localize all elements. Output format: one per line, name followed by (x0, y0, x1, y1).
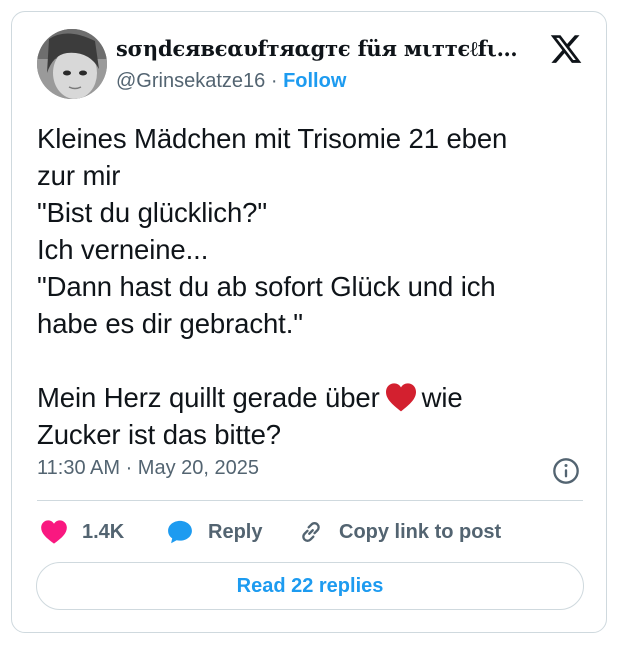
author-display-name[interactable]: sσηdєявєαυfтяαgтє füя мιттєℓfιηgєяα... (116, 36, 526, 62)
copy-link-label: Copy link to post (339, 520, 502, 543)
tweet-line: zur mir (37, 160, 121, 191)
copy-link-button[interactable]: Copy link to post (297, 516, 501, 548)
reply-bubble-icon (168, 520, 192, 544)
tweet-line: Mein Herz quillt gerade über wie (37, 379, 577, 416)
follow-button[interactable]: Follow (283, 70, 346, 92)
like-button[interactable]: 1.4K (40, 516, 124, 548)
x-logo-icon[interactable] (549, 32, 583, 66)
tweet-line-text: wie (421, 382, 463, 413)
link-icon (302, 522, 320, 542)
avatar-image (37, 29, 107, 99)
tweet-text: Kleines Mädchen mit Trisomie 21 eben zur… (37, 120, 577, 453)
reply-label: Reply (208, 520, 263, 543)
tweet-line: Ich verneine... (37, 234, 209, 265)
author-handle-row: @Grinsekatze16 · Follow (116, 70, 346, 93)
tweet-line: habe es dir gebracht." (37, 308, 303, 339)
read-replies-label: Read 22 replies (236, 574, 384, 597)
tweet-line: Kleines Mädchen mit Trisomie 21 eben (37, 123, 508, 154)
info-icon[interactable] (552, 457, 580, 485)
reply-button[interactable]: Reply (166, 516, 262, 548)
divider (37, 500, 583, 501)
separator-dot: · (270, 70, 278, 92)
author-handle[interactable]: @Grinsekatze16 (116, 70, 265, 92)
tweet-line: "Bist du glücklich?" (37, 197, 267, 228)
tweet-line: Zucker ist das bitte? (37, 419, 281, 450)
tweet-timestamp[interactable]: 11:30 AM · May 20, 2025 (37, 457, 259, 480)
tweet-line-text: Mein Herz quillt gerade über (37, 382, 380, 413)
tweet-line: "Dann hast du ab sofort Glück und ich (37, 271, 496, 302)
heart-icon (41, 520, 67, 544)
avatar[interactable] (37, 29, 107, 99)
read-replies-button[interactable]: Read 22 replies (36, 562, 584, 610)
red-heart-emoji-icon (385, 383, 416, 412)
like-count: 1.4K (82, 520, 125, 543)
